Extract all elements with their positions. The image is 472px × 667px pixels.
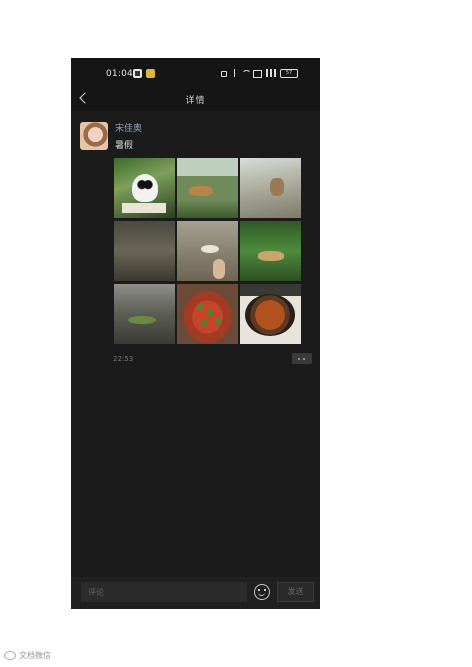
wifi-icon bbox=[242, 69, 251, 77]
bluetooth-icon bbox=[231, 69, 238, 77]
avatar[interactable] bbox=[80, 122, 108, 150]
panda-photo[interactable] bbox=[114, 158, 175, 218]
author-name[interactable]: 宋佳奥 bbox=[115, 121, 142, 134]
post-text: 暑假 bbox=[115, 141, 134, 151]
signal-icon bbox=[266, 69, 276, 77]
enclosure-photo[interactable] bbox=[114, 221, 175, 281]
battery-icon: 57 bbox=[280, 68, 298, 78]
app-notification-icon bbox=[133, 69, 142, 78]
nav-bar: 详情 bbox=[71, 89, 320, 111]
watermark-icon bbox=[4, 651, 16, 660]
hd-icon bbox=[253, 69, 262, 78]
comment-bar: 发送 bbox=[71, 577, 320, 609]
lizard-photo[interactable] bbox=[114, 284, 175, 344]
leopard-photo[interactable] bbox=[240, 221, 301, 281]
photo-grid bbox=[114, 158, 302, 344]
status-icons: 57 bbox=[220, 68, 298, 78]
status-time: 01:04 bbox=[106, 69, 133, 79]
page-title: 详情 bbox=[185, 96, 206, 106]
phone-screen: 01:04 57 详情 宋佳奥 暑假 22:53 发送 bbox=[71, 58, 320, 609]
watermark-text: 文档微信 bbox=[19, 651, 51, 660]
monkey-photo[interactable] bbox=[240, 158, 301, 218]
tiger-photo[interactable] bbox=[177, 158, 238, 218]
spicy-fish-photo[interactable] bbox=[177, 284, 238, 344]
app-notification-icon-2 bbox=[146, 69, 155, 78]
bird-photo[interactable] bbox=[177, 221, 238, 281]
post-time: 22:53 bbox=[113, 355, 134, 363]
send-button[interactable]: 发送 bbox=[277, 582, 314, 602]
more-options-button[interactable] bbox=[292, 353, 312, 364]
emoji-icon[interactable] bbox=[254, 584, 270, 600]
comment-input[interactable] bbox=[81, 582, 247, 602]
status-bar: 01:04 57 bbox=[71, 58, 320, 89]
watermark: 文档微信 bbox=[4, 650, 51, 661]
mute-icon bbox=[220, 69, 227, 77]
stew-photo[interactable] bbox=[240, 284, 301, 344]
